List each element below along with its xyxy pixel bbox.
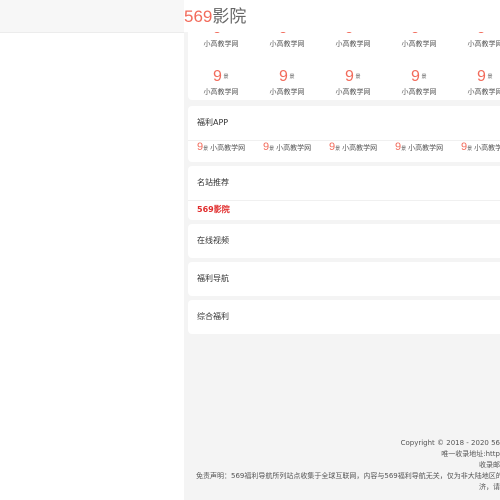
footer-copyright: Copyright © 2018 - 2020 56	[400, 439, 500, 447]
section-title: 名站推荐	[188, 166, 500, 201]
site-tile[interactable]: 9景 小高教学网	[188, 66, 254, 97]
site-tile-label: 小高教学网	[203, 88, 239, 96]
site-logo-icon: 9景	[477, 32, 493, 37]
site-logo-icon: 9景	[279, 68, 295, 85]
site-logo-icon: 9景	[411, 68, 427, 85]
site-logo-icon: 9景	[279, 32, 295, 37]
site-logo-icon: 9景	[213, 68, 229, 85]
site-tile[interactable]: 9景 小高教学网	[452, 66, 500, 97]
site-tile-label: 小高教学网	[401, 88, 437, 96]
site-tile[interactable]: 9景 小高教学网	[254, 66, 320, 97]
section-title: 在线视频	[197, 236, 229, 245]
sidebar	[0, 0, 184, 500]
footer-disclaimer: 免责声明：569福利导航所列站点收集于全球互联网，内容与569福利导航无关，仅为…	[196, 472, 500, 480]
site-logo-icon: 9景	[411, 32, 427, 37]
logo-text: 影院	[212, 7, 247, 27]
site-tile[interactable]: 9景 小高教学网	[188, 32, 254, 49]
site-tile-label: 小高教学网	[335, 88, 371, 96]
app-item[interactable]: 9景小高教学网	[395, 140, 443, 154]
main-content: 9景 小高教学网 9景 小高教学网 9景 小高教学网 9景 小高教学网 9景 小…	[184, 32, 500, 500]
section-title: 福利APP	[188, 106, 500, 141]
online-video-card[interactable]: 在线视频	[188, 224, 500, 258]
footer-address: 唯一收录地址:http	[441, 450, 500, 458]
site-logo-icon: 9景	[477, 68, 493, 85]
footer-mail: 收录邮	[479, 461, 500, 469]
site-tile[interactable]: 9景 小高教学网	[452, 32, 500, 49]
site-logo[interactable]: 569影院	[184, 5, 246, 29]
site-tile-label: 小高教学网	[269, 40, 305, 48]
site-tile[interactable]: 9景 小高教学网	[386, 32, 452, 49]
site-tile[interactable]: 9景 小高教学网	[320, 32, 386, 49]
app-item[interactable]: 9景小高教学网	[263, 140, 311, 154]
welfare-app-card: 福利APP 9景 小高教学网 9景 小高教学网 9景 小高教学网 9景 小高教学网 9景…	[188, 106, 500, 162]
footer-disclaimer-end: 济，请	[479, 483, 500, 491]
site-logo-icon: 9景	[213, 32, 229, 37]
site-tile-label: 小高教学网	[401, 40, 437, 48]
section-title: 福利导航	[197, 274, 229, 283]
app-item[interactable]: 9景小高教学网	[197, 140, 245, 154]
site-tile-label: 小高教学网	[467, 88, 500, 96]
section-title: 综合福利	[197, 312, 229, 321]
site-tile-label: 小高教学网	[467, 40, 500, 48]
sidebar-header	[0, 0, 184, 33]
site-tile[interactable]: 9景 小高教学网	[386, 66, 452, 97]
comprehensive-welfare-card[interactable]: 综合福利	[188, 300, 500, 334]
site-logo-icon: 9景	[345, 68, 361, 85]
site-tile-label: 小高教学网	[335, 40, 371, 48]
welfare-nav-card[interactable]: 福利导航	[188, 262, 500, 296]
app-item[interactable]: 9景小高教学网	[461, 140, 500, 154]
logo-number: 569	[184, 7, 213, 26]
site-tile-label: 小高教学网	[269, 88, 305, 96]
site-logo-icon: 9景	[345, 32, 361, 37]
footer: Copyright © 2018 - 2020 56 唯一收录地址:http 收…	[184, 438, 500, 493]
site-tile[interactable]: 9景 小高教学网	[254, 32, 320, 49]
app-item[interactable]: 9景小高教学网	[329, 140, 377, 154]
site-tile[interactable]: 9景 小高教学网	[320, 66, 386, 97]
site-grid-card: 9景 小高教学网 9景 小高教学网 9景 小高教学网 9景 小高教学网 9景 小…	[188, 32, 500, 100]
recommended-site-link[interactable]: 569影院	[197, 204, 230, 215]
recommended-card: 名站推荐 569影院	[188, 166, 500, 220]
site-tile-label: 小高教学网	[203, 40, 239, 48]
